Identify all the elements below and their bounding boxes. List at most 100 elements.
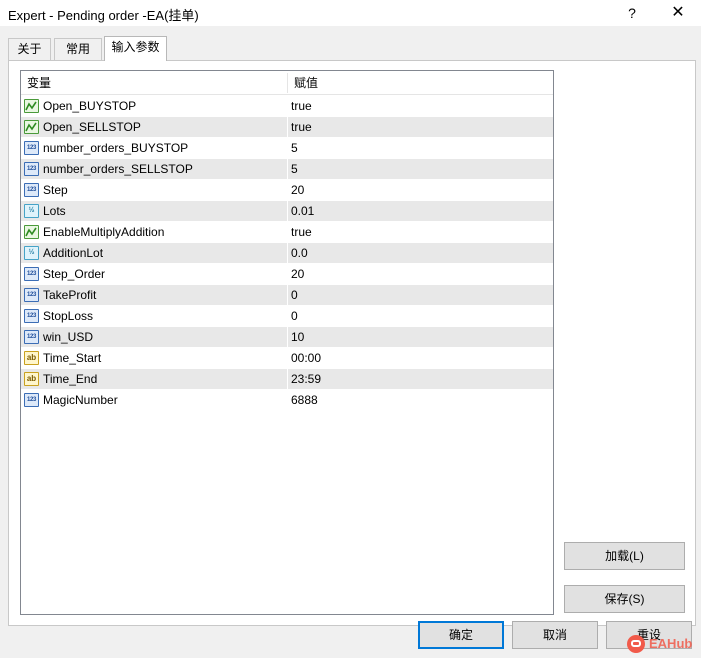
- save-button[interactable]: 保存(S): [564, 585, 685, 613]
- parameter-name-cell[interactable]: 123 win_USD: [21, 327, 287, 347]
- parameters-grid[interactable]: 变量 赋值 Open_BUYSTOP true Open_SELLSTOP true 1…: [20, 70, 554, 615]
- parameter-value[interactable]: 20: [291, 264, 304, 284]
- tab-about[interactable]: 关于: [8, 38, 51, 60]
- parameter-value[interactable]: 0.0: [291, 243, 308, 263]
- parameter-value[interactable]: true: [291, 222, 312, 242]
- eahub-logo-icon: [627, 635, 645, 653]
- title-bar: Expert - Pending order -EA(挂单) ? ✕: [0, 0, 701, 26]
- cancel-button[interactable]: 取消: [512, 621, 598, 649]
- parameter-name: Time_Start: [43, 351, 102, 365]
- string-icon: ab: [24, 372, 39, 386]
- parameter-name: Step_Order: [43, 267, 106, 281]
- eahub-watermark: EAHub: [627, 634, 697, 654]
- grid-header: 变量 赋值: [21, 71, 553, 95]
- parameter-value-cell[interactable]: 0.01: [287, 201, 553, 221]
- parameter-name: AdditionLot: [43, 246, 104, 260]
- parameter-row[interactable]: 123 Step_Order 20: [21, 264, 553, 285]
- parameter-value-cell[interactable]: 20: [287, 264, 553, 284]
- parameter-value-cell[interactable]: true: [287, 96, 553, 116]
- parameter-value-cell[interactable]: 00:00: [287, 348, 553, 368]
- parameter-name: number_orders_BUYSTOP: [43, 141, 189, 155]
- int-icon: 123: [24, 141, 39, 155]
- column-header-variable[interactable]: 变量: [21, 71, 287, 95]
- parameter-value-cell[interactable]: 0.0: [287, 243, 553, 263]
- parameter-name-cell[interactable]: Open_SELLSTOP: [21, 117, 287, 137]
- parameter-name-cell[interactable]: 123 Step_Order: [21, 264, 287, 284]
- parameter-name-cell[interactable]: 123 Step: [21, 180, 287, 200]
- parameter-row[interactable]: ½ AdditionLot 0.0: [21, 243, 553, 264]
- parameter-row[interactable]: ab Time_Start 00:00: [21, 348, 553, 369]
- parameter-row[interactable]: 123 Step 20: [21, 180, 553, 201]
- parameter-row[interactable]: 123 MagicNumber 6888: [21, 390, 553, 411]
- parameter-value-cell[interactable]: true: [287, 117, 553, 137]
- double-icon: ½: [24, 246, 39, 260]
- parameter-name: Step: [43, 183, 68, 197]
- parameter-name: Open_BUYSTOP: [43, 99, 137, 113]
- watermark-text: EAHub: [649, 636, 693, 651]
- parameter-value[interactable]: 0: [291, 285, 298, 305]
- parameter-name: number_orders_SELLSTOP: [43, 162, 193, 176]
- parameter-value[interactable]: true: [291, 117, 312, 137]
- close-button[interactable]: ✕: [662, 2, 694, 24]
- parameter-row[interactable]: Open_BUYSTOP true: [21, 96, 553, 117]
- parameter-name: EnableMultiplyAddition: [43, 225, 165, 239]
- parameter-value-cell[interactable]: 20: [287, 180, 553, 200]
- window-title: Expert - Pending order -EA(挂单): [8, 8, 199, 23]
- load-button[interactable]: 加载(L): [564, 542, 685, 570]
- ok-button[interactable]: 确定: [418, 621, 504, 649]
- int-icon: 123: [24, 393, 39, 407]
- parameter-name: StopLoss: [43, 309, 94, 323]
- parameter-value[interactable]: 0: [291, 306, 298, 326]
- parameter-name-cell[interactable]: ½ Lots: [21, 201, 287, 221]
- int-icon: 123: [24, 162, 39, 176]
- column-header-value[interactable]: 赋值: [288, 71, 553, 95]
- parameter-row[interactable]: 123 StopLoss 0: [21, 306, 553, 327]
- parameter-value[interactable]: 23:59: [291, 369, 321, 389]
- parameter-value[interactable]: 5: [291, 159, 298, 179]
- parameter-value-cell[interactable]: 6888: [287, 390, 553, 410]
- parameter-value[interactable]: 20: [291, 180, 304, 200]
- parameter-row[interactable]: 123 number_orders_SELLSTOP 5: [21, 159, 553, 180]
- parameter-value[interactable]: 10: [291, 327, 304, 347]
- parameter-value[interactable]: true: [291, 96, 312, 116]
- parameter-name-cell[interactable]: ab Time_End: [21, 369, 287, 389]
- parameter-row[interactable]: 123 number_orders_BUYSTOP 5: [21, 138, 553, 159]
- parameter-value[interactable]: 5: [291, 138, 298, 158]
- parameter-value-cell[interactable]: 0: [287, 285, 553, 305]
- parameter-row[interactable]: ab Time_End 23:59: [21, 369, 553, 390]
- bool-icon: [24, 99, 39, 113]
- parameter-name-cell[interactable]: 123 MagicNumber: [21, 390, 287, 410]
- parameter-value[interactable]: 00:00: [291, 348, 321, 368]
- parameter-name-cell[interactable]: 123 TakeProfit: [21, 285, 287, 305]
- parameter-row[interactable]: 123 TakeProfit 0: [21, 285, 553, 306]
- parameter-value-cell[interactable]: 0: [287, 306, 553, 326]
- tab-inputs[interactable]: 输入参数: [104, 36, 167, 61]
- int-icon: 123: [24, 309, 39, 323]
- parameter-name-cell[interactable]: Open_BUYSTOP: [21, 96, 287, 116]
- string-icon: ab: [24, 351, 39, 365]
- parameter-value-cell[interactable]: 5: [287, 138, 553, 158]
- parameter-value[interactable]: 6888: [291, 390, 318, 410]
- parameter-name-cell[interactable]: ½ AdditionLot: [21, 243, 287, 263]
- parameter-row[interactable]: EnableMultiplyAddition true: [21, 222, 553, 243]
- parameter-name-cell[interactable]: 123 number_orders_BUYSTOP: [21, 138, 287, 158]
- parameter-row[interactable]: 123 win_USD 10: [21, 327, 553, 348]
- parameter-name-cell[interactable]: 123 StopLoss: [21, 306, 287, 326]
- parameter-name: Lots: [43, 204, 66, 218]
- parameter-value[interactable]: 0.01: [291, 201, 314, 221]
- help-button[interactable]: ?: [618, 2, 646, 24]
- parameter-name-cell[interactable]: EnableMultiplyAddition: [21, 222, 287, 242]
- parameter-value-cell[interactable]: 23:59: [287, 369, 553, 389]
- parameter-row[interactable]: Open_SELLSTOP true: [21, 117, 553, 138]
- parameter-row[interactable]: ½ Lots 0.01: [21, 201, 553, 222]
- parameter-value-cell[interactable]: true: [287, 222, 553, 242]
- tab-common[interactable]: 常用: [54, 38, 102, 60]
- parameter-name-cell[interactable]: 123 number_orders_SELLSTOP: [21, 159, 287, 179]
- double-icon: ½: [24, 204, 39, 218]
- parameter-name-cell[interactable]: ab Time_Start: [21, 348, 287, 368]
- parameter-value-cell[interactable]: 5: [287, 159, 553, 179]
- int-icon: 123: [24, 183, 39, 197]
- bool-icon: [24, 120, 39, 134]
- int-icon: 123: [24, 330, 39, 344]
- parameter-value-cell[interactable]: 10: [287, 327, 553, 347]
